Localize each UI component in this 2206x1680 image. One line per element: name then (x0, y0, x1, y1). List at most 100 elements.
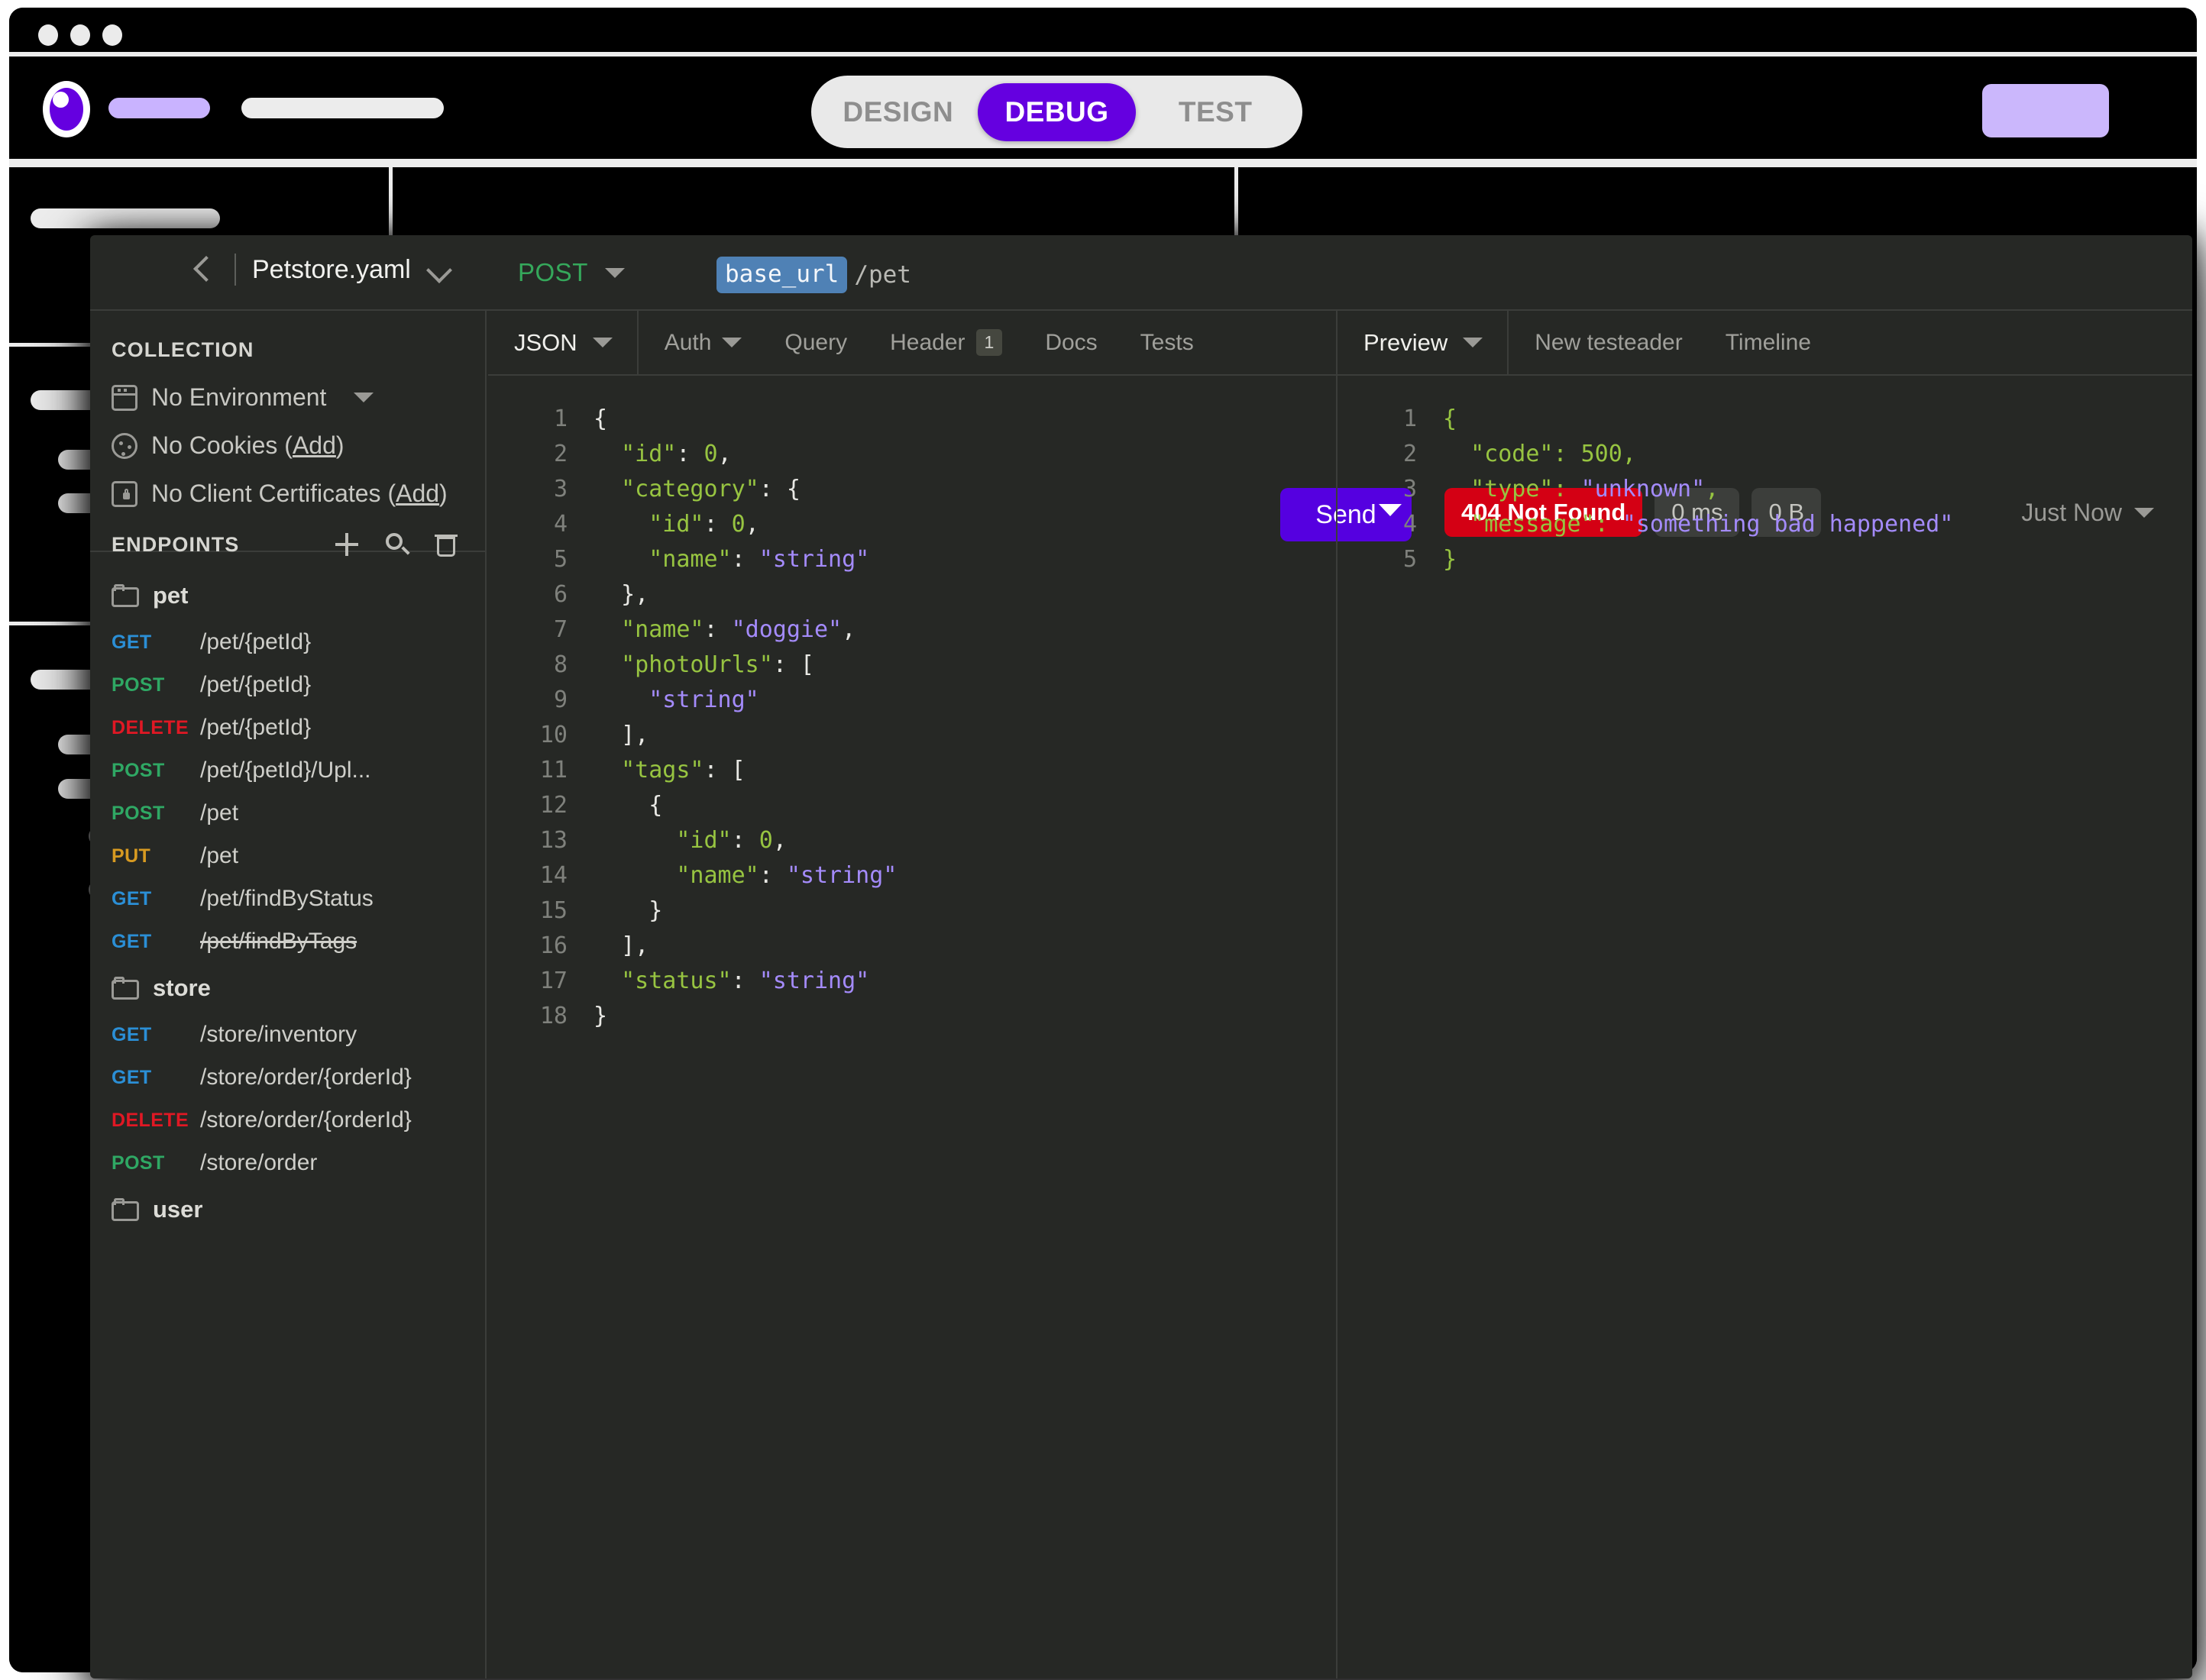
tab-preview[interactable]: Preview (1338, 311, 1509, 374)
tab-query-label: Query (784, 329, 848, 355)
search-icon[interactable] (384, 531, 410, 557)
endpoint-item[interactable]: POST/pet/{petId} (90, 664, 485, 706)
line-content: "type": "unknown", (1470, 476, 1719, 502)
endpoint-method: POST (112, 1152, 165, 1174)
method-selector[interactable]: POST (518, 258, 625, 287)
line-content: "name": "string" (676, 862, 898, 889)
line-content: "id": 0, (649, 511, 759, 538)
endpoint-item[interactable]: GET/pet/findByStatus (90, 877, 485, 920)
body-type-label: JSON (514, 328, 577, 356)
endpoint-item[interactable]: GET/store/inventory (90, 1013, 485, 1056)
nav-placeholder-secondary[interactable] (241, 98, 444, 118)
line-content: "name": "doggie", (621, 616, 856, 643)
chevron-down-icon (722, 338, 742, 347)
tab-new-testeader[interactable]: New testeader (1509, 330, 1703, 356)
line-content: "code": 500, (1470, 441, 1636, 467)
endpoint-item[interactable]: GET/pet/{petId} (90, 621, 485, 664)
response-body-viewer[interactable]: 1{2 "code": 500, 3 "type": "unknown", 4 "m… (1338, 376, 2192, 1678)
line-number: 3 (553, 476, 568, 502)
line-number: 11 (539, 757, 568, 783)
mode-toggle[interactable]: DESIGN DEBUG TEST (811, 76, 1302, 148)
tab-tests[interactable]: Tests (1119, 330, 1215, 356)
preview-label: Preview (1363, 328, 1448, 356)
line-number: 4 (1402, 511, 1417, 538)
request-code-line: 15 } (488, 893, 1336, 929)
tab-body-type[interactable]: JSON (488, 311, 639, 374)
line-number: 6 (553, 581, 568, 608)
window-traffic-lights[interactable] (38, 24, 122, 46)
background-rule-1 (9, 163, 2197, 167)
line-content: "tags": [ (621, 757, 746, 783)
endpoint-folder-pet[interactable]: pet (90, 570, 485, 621)
trash-icon[interactable] (435, 531, 458, 557)
endpoint-item[interactable]: DELETE/store/order/{orderId} (90, 1099, 485, 1142)
line-content: } (1443, 546, 1457, 573)
response-code-line: 5} (1338, 542, 2192, 577)
endpoint-folder-user[interactable]: user (90, 1184, 485, 1235)
endpoint-item[interactable]: PUT/pet (90, 835, 485, 877)
response-code-line: 2 "code": 500, (1338, 437, 2192, 472)
endpoints-actions (334, 531, 458, 557)
cookies-row[interactable]: No Cookies (Add) (112, 431, 485, 460)
chevron-down-icon (1463, 338, 1483, 347)
tab-docs-label: Docs (1045, 329, 1098, 355)
endpoint-item[interactable]: POST/store/order (90, 1142, 485, 1184)
minimize-button[interactable] (70, 24, 90, 46)
response-code-line: 1{ (1338, 402, 2192, 437)
chevron-down-icon (604, 267, 625, 278)
environment-label: No Environment (151, 383, 327, 411)
line-content: "id": 0, (676, 827, 787, 854)
endpoint-item[interactable]: GET/store/order/{orderId} (90, 1056, 485, 1099)
line-number: 16 (539, 932, 568, 959)
line-content: { (594, 792, 663, 819)
collection-title[interactable]: Petstore.yaml (252, 255, 411, 285)
tab-timeline[interactable]: Timeline (1704, 330, 1832, 356)
environment-selector[interactable]: No Environment (112, 383, 485, 412)
line-number: 8 (553, 651, 568, 678)
tab-auth[interactable]: Auth (639, 330, 764, 356)
url-input[interactable]: base_url /pet (716, 257, 911, 293)
endpoint-method: DELETE (112, 716, 189, 738)
line-number: 2 (553, 441, 568, 467)
cookies-label: No Cookies ( (151, 431, 293, 459)
client-certificates-row[interactable]: No Client Certificates (Add) (112, 480, 485, 508)
endpoint-folder-store[interactable]: store (90, 963, 485, 1013)
tab-header[interactable]: Header 1 (868, 329, 1024, 356)
endpoint-method: GET (112, 1066, 152, 1088)
endpoint-path: /store/order/{orderId} (200, 1065, 412, 1090)
toolbar-separator (235, 254, 236, 286)
endpoint-path: /pet/{petId} (200, 629, 312, 654)
line-content: } (594, 897, 663, 924)
tab-docs[interactable]: Docs (1024, 330, 1118, 356)
mode-tab-design[interactable]: DESIGN (819, 83, 978, 141)
chevron-down-icon (354, 393, 374, 402)
endpoints-header: ENDPOINTS (90, 522, 485, 567)
account-button-placeholder[interactable] (1982, 84, 2109, 137)
line-number: 1 (553, 405, 568, 432)
endpoint-path: /store/order (200, 1150, 318, 1175)
line-content: ], (594, 722, 649, 748)
debug-window: Petstore.yaml POST base_url /pet Send 40… (90, 235, 2192, 1678)
request-body-editor[interactable]: 1{2 "id": 0, 3 "category": {4 "id": 0, 5 "… (488, 376, 1336, 1678)
response-tabs: Preview New testeader Timeline (1338, 311, 2192, 376)
maximize-button[interactable] (102, 24, 122, 46)
mode-tab-test[interactable]: TEST (1136, 83, 1295, 141)
nav-placeholder-primary[interactable] (108, 98, 210, 118)
add-certificate-link[interactable]: Add (396, 480, 439, 507)
line-number: 12 (539, 792, 568, 819)
close-button[interactable] (38, 24, 58, 46)
endpoint-item[interactable]: POST/pet/{petId}/Upl... (90, 749, 485, 792)
line-number: 13 (539, 827, 568, 854)
add-icon[interactable] (334, 531, 360, 557)
cookie-icon (112, 432, 137, 459)
endpoint-item[interactable]: GET/pet/findByTags (90, 920, 485, 963)
mode-tab-debug[interactable]: DEBUG (977, 82, 1137, 141)
endpoint-item[interactable]: POST/pet (90, 792, 485, 835)
brand-circle-logo (43, 81, 90, 137)
endpoint-item[interactable]: DELETE/pet/{petId} (90, 706, 485, 749)
request-code-line: 14 "name": "string" (488, 858, 1336, 893)
add-cookie-link[interactable]: Add (293, 431, 336, 459)
tab-new-testeader-label: New testeader (1535, 329, 1683, 355)
endpoint-folder-name: pet (153, 582, 189, 609)
tab-query[interactable]: Query (763, 330, 868, 356)
